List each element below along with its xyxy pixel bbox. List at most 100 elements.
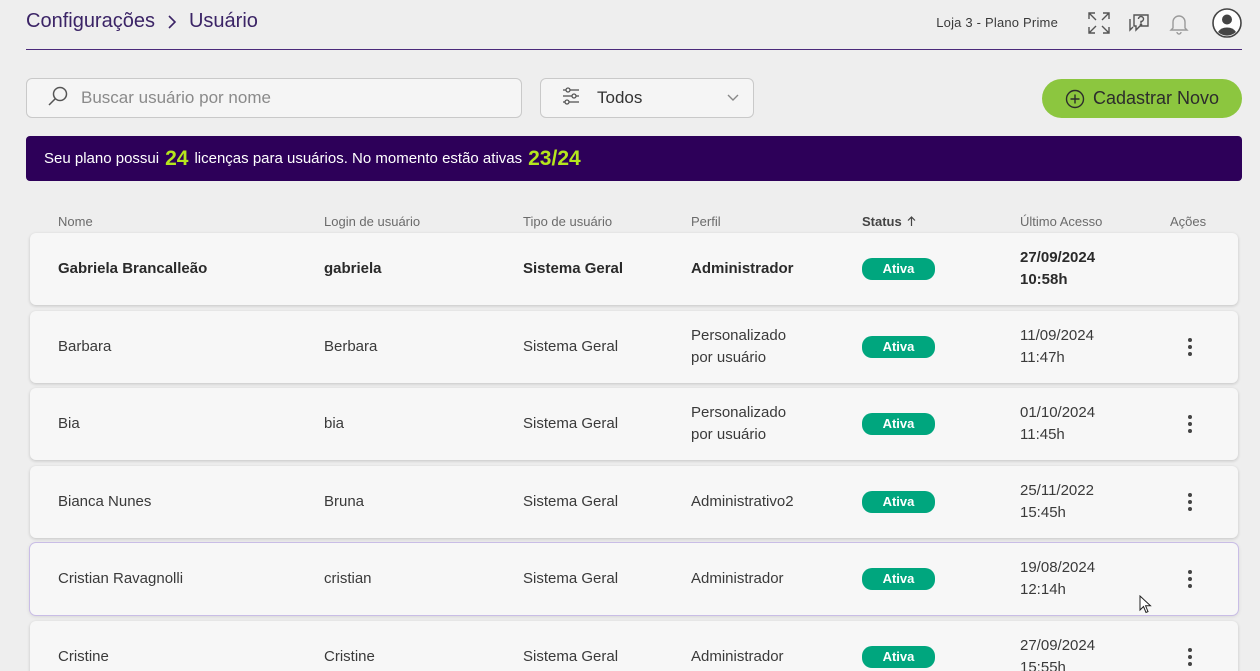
banner-text-middle: licenças para usuários. No momento estão… xyxy=(194,150,523,167)
active-count: 23/24 xyxy=(528,146,581,170)
license-count: 24 xyxy=(165,146,189,170)
col-type[interactable]: Tipo de usuário xyxy=(523,214,612,229)
user-profile-line2: por usuário xyxy=(691,349,767,366)
user-profile-line1: Personalizado xyxy=(691,327,787,344)
more-vertical-icon[interactable] xyxy=(1188,570,1192,588)
status-badge: Ativa xyxy=(862,336,935,358)
last-access-date: 27/09/2024 xyxy=(1020,249,1096,266)
user-login: Cristine xyxy=(324,648,375,665)
row-actions xyxy=(1180,466,1200,538)
status-badge: Ativa xyxy=(862,413,935,435)
top-header: Configurações Usuário Loja 3 - Plano Pri… xyxy=(26,0,1242,50)
chevron-down-icon xyxy=(727,94,739,102)
status-filter-select[interactable]: Todos xyxy=(540,78,754,118)
license-banner: Seu plano possui 24 licenças para usuári… xyxy=(26,136,1242,181)
user-name: Bia xyxy=(58,415,80,432)
user-profile: Administrador xyxy=(691,260,794,277)
last-access: 11/09/2024 11:47h xyxy=(1020,311,1094,383)
user-avatar-icon[interactable] xyxy=(1212,7,1242,38)
user-type: Sistema Geral xyxy=(523,415,619,432)
more-vertical-icon[interactable] xyxy=(1188,415,1192,433)
user-type: Sistema Geral xyxy=(523,570,619,587)
user-profile: Personalizado por usuário xyxy=(691,311,786,383)
col-name[interactable]: Nome xyxy=(58,214,93,229)
more-vertical-icon[interactable] xyxy=(1188,648,1192,666)
last-access-date: 27/09/2024 xyxy=(1020,637,1096,654)
sort-arrow-up-icon xyxy=(907,216,916,226)
row-actions xyxy=(1180,621,1200,671)
table-row[interactable]: Bianca Nunes Bruna Sistema Geral Adminis… xyxy=(30,466,1238,538)
header-actions: Loja 3 - Plano Prime xyxy=(936,7,1242,38)
col-last-access[interactable]: Último Acesso xyxy=(1020,214,1102,229)
user-name: Gabriela Brancalleão xyxy=(58,260,208,277)
status-badge: Ativa xyxy=(862,491,935,513)
last-access: 27/09/2024 15:55h xyxy=(1020,621,1095,671)
last-access: 27/09/2024 10:58h xyxy=(1020,233,1095,305)
breadcrumb-current: Usuário xyxy=(188,10,258,32)
user-login: cristian xyxy=(324,570,372,587)
last-access-date: 01/10/2024 xyxy=(1020,404,1096,421)
add-user-button[interactable]: Cadastrar Novo xyxy=(1042,79,1242,118)
status-badge: Ativa xyxy=(862,258,935,280)
row-actions xyxy=(1180,388,1200,460)
user-login: Bruna xyxy=(324,493,365,510)
last-access-time: 15:45h xyxy=(1020,504,1066,521)
mouse-cursor-icon xyxy=(1139,594,1153,620)
col-status[interactable]: Status xyxy=(862,214,916,229)
last-access: 19/08/2024 12:14h xyxy=(1020,543,1095,615)
last-access: 01/10/2024 11:45h xyxy=(1020,388,1095,460)
table-header: Nome Login de usuário Tipo de usuário Pe… xyxy=(30,214,1238,232)
row-actions xyxy=(1180,311,1200,383)
user-name: Cristine xyxy=(58,648,109,665)
status-cell: Ativa xyxy=(862,233,935,305)
user-type: Sistema Geral xyxy=(523,338,619,355)
store-plan-label: Loja 3 - Plano Prime xyxy=(936,15,1058,30)
user-profile-line1: Personalizado xyxy=(691,404,787,421)
user-login: Berbara xyxy=(324,338,378,355)
last-access-date: 25/11/2022 xyxy=(1020,482,1094,499)
search-box[interactable] xyxy=(26,78,522,118)
table-row[interactable]: Cristine Cristine Sistema Geral Administ… xyxy=(30,621,1238,671)
more-vertical-icon[interactable] xyxy=(1188,338,1192,356)
last-access-time: 12:14h xyxy=(1020,581,1066,598)
status-cell: Ativa xyxy=(862,543,935,615)
table-row[interactable]: Gabriela Brancalleão gabriela Sistema Ge… xyxy=(30,233,1238,305)
user-name: Barbara xyxy=(58,338,112,355)
col-perfil[interactable]: Perfil xyxy=(691,214,721,229)
fullscreen-icon[interactable] xyxy=(1086,10,1112,36)
bell-icon[interactable] xyxy=(1166,10,1192,36)
status-badge: Ativa xyxy=(862,646,935,668)
table-row[interactable]: Cristian Ravagnolli cristian Sistema Ger… xyxy=(30,543,1238,615)
user-login: gabriela xyxy=(324,260,382,277)
status-cell: Ativa xyxy=(862,388,935,460)
filter-value: Todos xyxy=(597,88,643,107)
last-access-time: 15:55h xyxy=(1020,659,1066,671)
table-row[interactable]: Barbara Berbara Sistema Geral Personaliz… xyxy=(30,311,1238,383)
user-login: bia xyxy=(324,415,345,432)
user-profile: Administrador xyxy=(691,648,784,665)
more-vertical-icon[interactable] xyxy=(1188,493,1192,511)
status-cell: Ativa xyxy=(862,311,935,383)
status-cell: Ativa xyxy=(862,621,935,671)
status-cell: Ativa xyxy=(862,466,935,538)
row-actions xyxy=(1180,543,1200,615)
breadcrumb-parent[interactable]: Configurações xyxy=(26,10,155,33)
breadcrumb: Configurações Usuário xyxy=(26,10,258,33)
col-status-label: Status xyxy=(862,214,902,229)
last-access-time: 10:58h xyxy=(1020,271,1068,288)
add-user-label: Cadastrar Novo xyxy=(1092,88,1220,108)
last-access-date: 11/09/2024 xyxy=(1020,327,1094,344)
search-icon xyxy=(47,85,69,112)
last-access-time: 11:45h xyxy=(1020,426,1065,443)
user-profile: Personalizado por usuário xyxy=(691,388,786,460)
col-login[interactable]: Login de usuário xyxy=(324,214,420,229)
user-profile-line2: por usuário xyxy=(691,426,767,443)
search-input[interactable] xyxy=(81,88,501,108)
table-row[interactable]: Bia bia Sistema Geral Personalizado por … xyxy=(30,388,1238,460)
last-access-time: 11:47h xyxy=(1020,349,1065,366)
user-profile: Administrador xyxy=(691,570,784,587)
plus-circle-icon xyxy=(1065,89,1085,109)
last-access-date: 19/08/2024 xyxy=(1020,559,1096,576)
help-icon[interactable] xyxy=(1126,10,1152,36)
status-badge: Ativa xyxy=(862,568,935,590)
